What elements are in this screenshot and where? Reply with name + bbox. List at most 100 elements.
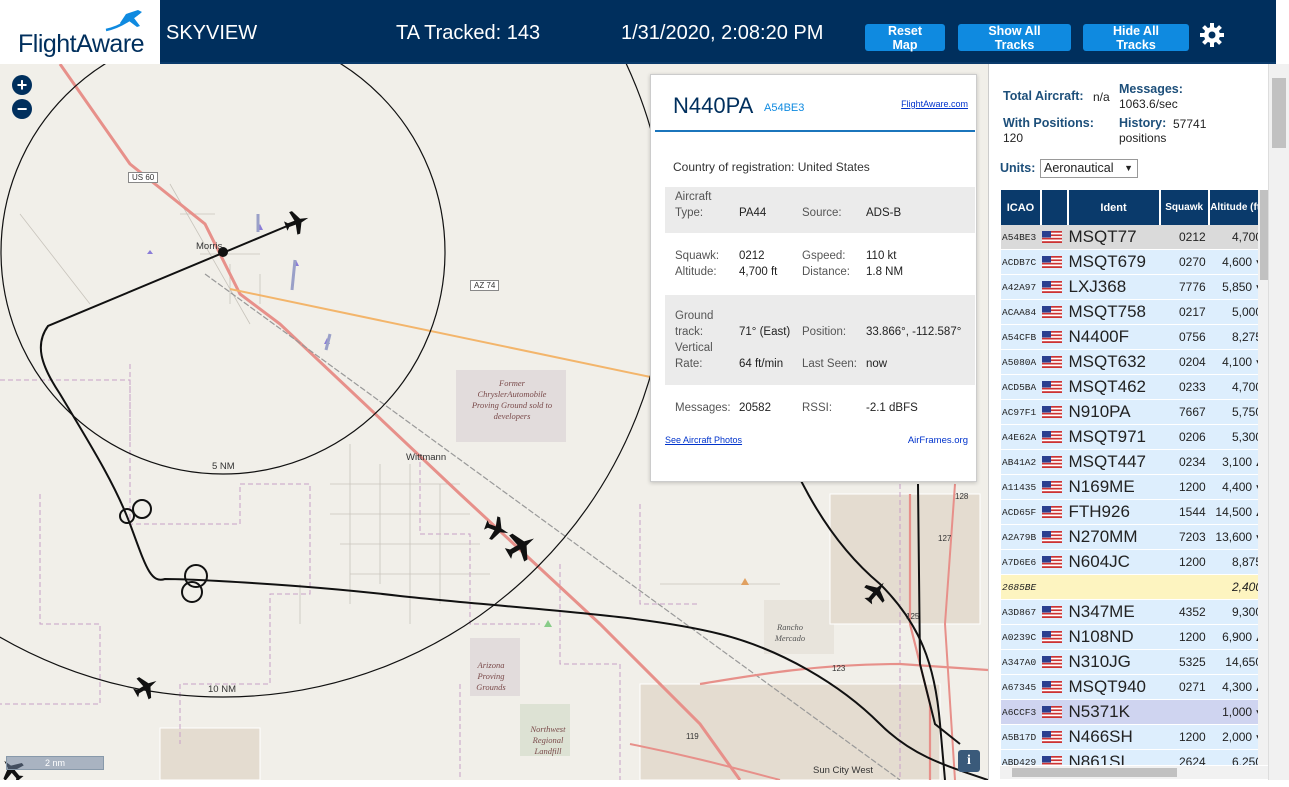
aircraft-table-body: A54BE3 MSQT77 0212 4,700 ACDB7C MSQT679 0270 4,…	[1001, 225, 1266, 765]
plane-logo-icon	[105, 10, 142, 32]
cell-flag	[1041, 575, 1069, 600]
table-row[interactable]: 2685BE 2,400	[1001, 575, 1266, 600]
table-row[interactable]: A2A79BN270MM720313,600▼	[1001, 525, 1266, 550]
flightaware-logo[interactable]: FlightAware	[0, 0, 160, 64]
table-scrollbar-thumb[interactable]	[1260, 190, 1268, 280]
table-row[interactable]: A6CCF3N5371K1,000▼	[1001, 700, 1266, 725]
table-row[interactable]: A3D867 N347ME 4352 9,300	[1001, 600, 1266, 625]
cell-flag	[1041, 600, 1069, 625]
route-label: 119	[686, 732, 699, 741]
with-positions-value: 120	[1003, 131, 1024, 145]
cell-ident: MSQT447	[1068, 450, 1161, 475]
cell-flag	[1041, 325, 1069, 350]
us60-shield: US 60	[128, 172, 159, 183]
cell-squawk: 4352	[1160, 600, 1210, 625]
app-name: SKYVIEW	[166, 22, 258, 44]
cell-squawk: 7203	[1160, 525, 1210, 550]
area-label: Northwest Regional Landfill	[530, 724, 566, 756]
table-row[interactable]: ABD429 N861SL 2624 6,250	[1001, 750, 1266, 765]
aircraft-icon[interactable]	[282, 207, 313, 238]
history-label: History:	[1119, 116, 1167, 130]
panel-horizontal-scrollbar[interactable]	[1000, 766, 1268, 779]
aircraft-icon[interactable]	[501, 526, 542, 567]
altitude-value: 5,850	[1222, 280, 1253, 294]
popup-hex-code[interactable]: A54BE3	[764, 102, 804, 114]
col-icao[interactable]: ICAO	[1001, 190, 1042, 225]
airframes-link[interactable]: AirFrames.org	[908, 435, 968, 446]
cell-icao: A5B17D	[1001, 725, 1042, 750]
cell-flag	[1041, 350, 1069, 375]
ta-tracked-count: TA Tracked: 143	[396, 22, 541, 44]
see-photos-link[interactable]: See Aircraft Photos	[665, 435, 742, 445]
last-seen-value: now	[866, 358, 888, 370]
vertical-rate-value: 64 ft/min	[739, 358, 784, 370]
cell-flag	[1041, 300, 1069, 325]
aircraft-icon[interactable]	[130, 671, 163, 704]
cell-ident: N466SH	[1068, 725, 1161, 750]
table-row[interactable]: A7D6E6 N604JC 1200 8,875	[1001, 550, 1266, 575]
page-scrollbar[interactable]	[1268, 64, 1289, 780]
cell-squawk: 0756	[1160, 325, 1210, 350]
page-scrollbar-thumb[interactable]	[1272, 78, 1286, 148]
table-row[interactable]: A11435N169ME12004,400▼	[1001, 475, 1266, 500]
rssi-value: -2.1 dBFS	[866, 402, 918, 414]
col-flag[interactable]	[1041, 190, 1069, 225]
messages-rate: 1063.6/sec	[1119, 97, 1178, 111]
gear-icon[interactable]	[1199, 22, 1225, 48]
cell-icao: A3D867	[1001, 600, 1042, 625]
cell-squawk: 0217	[1160, 300, 1210, 325]
cell-flag	[1041, 425, 1069, 450]
table-row[interactable]: A42A97LXJ36877765,850▼	[1001, 275, 1266, 300]
aircraft-list-panel: Total Aircraft: n/a Messages: 1063.6/sec…	[988, 64, 1276, 780]
table-row[interactable]: A4E62A MSQT971 0206 5,300	[1001, 425, 1266, 450]
altitude-value: 2,000	[1222, 730, 1253, 744]
aircraft-table-wrap[interactable]: ICAO Ident Squawk Altitude (ft) A54BE3 MS…	[1001, 190, 1266, 765]
cell-squawk: 0234	[1160, 450, 1210, 475]
flightaware-link[interactable]: FlightAware.com	[901, 99, 968, 109]
show-all-tracks-button[interactable]: Show All Tracks	[958, 24, 1071, 52]
aircraft-table: ICAO Ident Squawk Altitude (ft) A54BE3 MS…	[1001, 190, 1266, 765]
table-row[interactable]: A5B17DN466SH12002,000▼	[1001, 725, 1266, 750]
distance-value: 1.8 NM	[866, 266, 904, 278]
hide-all-tracks-button[interactable]: Hide All Tracks	[1083, 24, 1189, 52]
cell-ident: MSQT632	[1068, 350, 1161, 375]
info-button[interactable]: i	[958, 750, 980, 772]
table-row[interactable]: ACD5BA MSQT462 0233 4,700	[1001, 375, 1266, 400]
vertical-rate-label: Rate:	[675, 358, 703, 370]
table-row[interactable]: A54BE3 MSQT77 0212 4,700	[1001, 225, 1266, 250]
col-squawk[interactable]: Squawk	[1160, 190, 1210, 225]
table-row[interactable]: A54CFB N4400F 0756 8,275	[1001, 325, 1266, 350]
cell-squawk: 0270	[1160, 250, 1210, 275]
col-ident[interactable]: Ident	[1068, 190, 1161, 225]
us-flag-icon	[1041, 306, 1062, 319]
altitude-value: 13,600	[1215, 530, 1253, 544]
messages-value: 20582	[739, 402, 771, 414]
cell-squawk: 5325	[1160, 650, 1210, 675]
chevron-down-icon: ▼	[1124, 163, 1133, 173]
table-row[interactable]: ACDB7CMSQT67902704,600▼	[1001, 250, 1266, 275]
cell-ident: FTH926	[1068, 500, 1161, 525]
cell-icao: A42A97	[1001, 275, 1042, 300]
table-row[interactable]: A0239CN108ND12006,900▲	[1001, 625, 1266, 650]
table-row[interactable]: A67345MSQT94002714,300▲	[1001, 675, 1266, 700]
horizontal-scrollbar-thumb[interactable]	[1012, 768, 1177, 777]
history-value: 57741	[1173, 117, 1207, 131]
table-row[interactable]: A5080AMSQT63202044,100▼	[1001, 350, 1266, 375]
range-label-5nm: 5 NM	[212, 461, 235, 472]
reset-map-button[interactable]: Reset Map	[865, 24, 945, 52]
altitude-value: 14,650	[1225, 655, 1262, 669]
gspeed-value: 110 kt	[866, 250, 897, 262]
table-row[interactable]: AC97F1 N910PA 7667 5,750	[1001, 400, 1266, 425]
table-row[interactable]: A347A0 N310JG 5325 14,650	[1001, 650, 1266, 675]
us-flag-icon	[1041, 331, 1062, 344]
zoom-out-button[interactable]: −	[12, 99, 32, 119]
table-row[interactable]: ACAA84 MSQT758 0217 5,000	[1001, 300, 1266, 325]
us-flag-icon	[1041, 256, 1062, 269]
table-row[interactable]: ACD65FFTH926154414,500▲	[1001, 500, 1266, 525]
us-flag-icon	[1041, 681, 1062, 694]
units-select[interactable]: Aeronautical ▼	[1040, 159, 1138, 178]
route-label: 123	[832, 664, 846, 673]
table-row[interactable]: AB41A2MSQT44702343,100▲	[1001, 450, 1266, 475]
zoom-in-button[interactable]: +	[12, 75, 32, 95]
area-label: Former ChryslerAutomobile Proving Ground…	[471, 378, 553, 421]
